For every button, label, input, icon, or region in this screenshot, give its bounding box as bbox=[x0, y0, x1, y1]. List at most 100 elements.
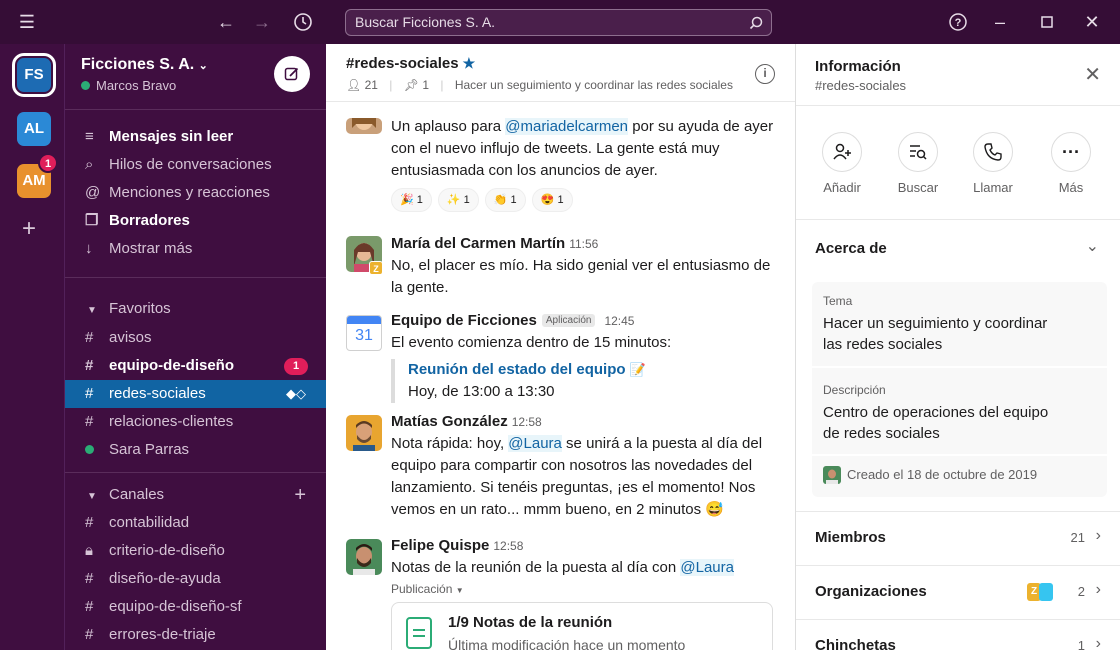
message-text: El evento comienza dentro de 15 minutos: bbox=[391, 334, 672, 351]
workspace-header[interactable]: Ficciones S. A. ⌄ Marcos Bravo bbox=[65, 44, 326, 110]
workspace-fs[interactable]: FS bbox=[12, 53, 56, 97]
maximize-window-icon[interactable] bbox=[1035, 10, 1059, 34]
section-channels[interactable]: ▼ Canales + bbox=[65, 481, 326, 509]
star-icon[interactable]: ★ bbox=[463, 55, 476, 71]
sidebar-item-relaciones-clientes[interactable]: # relaciones-clientes bbox=[65, 408, 326, 436]
sidebar-item-contabilidad[interactable]: # contabilidad bbox=[65, 509, 326, 537]
message-author[interactable]: María del Carmen Martín bbox=[391, 235, 565, 252]
workspace-al[interactable]: AL bbox=[17, 112, 51, 146]
avatar[interactable] bbox=[346, 118, 382, 134]
reaction-clap[interactable]: 👏 1 bbox=[484, 188, 526, 212]
description-label: Descripción bbox=[823, 383, 886, 397]
sidebar-item-diseno-de-ayuda[interactable]: # diseño-de-ayuda bbox=[65, 565, 326, 593]
message-text: Nota rápida: hoy, @Laura se unirá a la p… bbox=[391, 435, 763, 518]
section-label: Favoritos bbox=[109, 300, 171, 317]
unread-list-icon: ≡ bbox=[85, 128, 94, 145]
more-button[interactable]: ··· Más bbox=[1036, 132, 1106, 195]
member-count[interactable]: 21 bbox=[365, 78, 378, 92]
user-mention[interactable]: @Laura bbox=[680, 559, 734, 576]
hash-icon: # bbox=[85, 357, 94, 374]
sidebar-item-label: errores-de-triaje bbox=[109, 626, 216, 643]
sidebar-item-avisos[interactable]: # avisos bbox=[65, 324, 326, 352]
search-icon bbox=[749, 10, 763, 38]
user-mention[interactable]: @mariadelcarmen bbox=[505, 118, 629, 135]
message-author[interactable]: Equipo de Ficciones bbox=[391, 312, 537, 329]
pin-count[interactable]: 1 bbox=[422, 78, 429, 92]
description-value[interactable]: Centro de operaciones del equipo de rede… bbox=[823, 402, 1063, 444]
sidebar-item-sara-parras[interactable]: Sara Parras bbox=[65, 436, 326, 464]
sidebar-item-errores-de-triaje[interactable]: # errores-de-triaje bbox=[65, 621, 326, 649]
members-row[interactable]: Miembros 21 › bbox=[796, 511, 1120, 565]
sidebar-item-threads[interactable]: ⌕ Hilos de conversaciones bbox=[65, 151, 326, 179]
search-input[interactable]: Buscar Ficciones S. A. bbox=[345, 9, 772, 36]
minimize-window-icon[interactable]: – bbox=[988, 10, 1012, 34]
channel-meta: 👤︎ 21 | 📌︎ 1 | Hacer un seguimiento y co… bbox=[346, 78, 733, 92]
message-time[interactable]: 12:58 bbox=[512, 415, 542, 429]
hamburger-menu-icon[interactable]: ☰ bbox=[15, 10, 39, 34]
chevron-right-icon: › bbox=[1095, 635, 1101, 650]
sidebar-item-equipo-de-diseno-sf[interactable]: # equipo-de-diseño-sf bbox=[65, 593, 326, 621]
workspace-name[interactable]: Ficciones S. A. ⌄ bbox=[81, 56, 208, 74]
members-label: Miembros bbox=[815, 529, 886, 546]
message-time[interactable]: 12:45 bbox=[604, 314, 634, 328]
sidebar-item-mentions[interactable]: @ Menciones y reacciones bbox=[65, 179, 326, 207]
topic-label: Tema bbox=[823, 294, 853, 308]
event-title-link[interactable]: Reunión del estado del equipo 📝 bbox=[408, 359, 781, 381]
action-label: Buscar bbox=[897, 180, 939, 195]
message: Matías González 12:58 Nota rápida: hoy, @… bbox=[346, 411, 781, 521]
message-text: Notas de la reunión de la puesta al día … bbox=[391, 559, 734, 576]
message-time[interactable]: 11:56 bbox=[569, 237, 598, 251]
sidebar-item-equipo-de-diseno[interactable]: # equipo-de-diseño 1 bbox=[65, 352, 326, 380]
topic-value[interactable]: Hacer un seguimiento y coordinar las red… bbox=[823, 313, 1063, 355]
action-label: Llamar bbox=[973, 180, 1013, 195]
section-favorites[interactable]: ▼ Favoritos bbox=[65, 295, 326, 323]
chevron-right-icon: › bbox=[1095, 581, 1101, 598]
sidebar-item-drafts[interactable]: ❐ Borradores bbox=[65, 207, 326, 235]
add-workspace-icon[interactable]: + bbox=[22, 217, 36, 241]
publication-toggle[interactable]: Publicación ▼ bbox=[391, 582, 781, 596]
sidebar-item-label: avisos bbox=[109, 329, 152, 346]
about-section-header[interactable]: Acerca de ⌄ bbox=[796, 220, 1120, 278]
call-button[interactable]: Llamar bbox=[958, 132, 1028, 195]
panel-subtitle: #redes-sociales bbox=[815, 78, 907, 93]
calendar-app-icon[interactable]: 31 bbox=[346, 315, 382, 351]
sidebar-item-criterio-de-diseno[interactable]: 🔒︎ criterio-de-diseño bbox=[65, 537, 326, 565]
action-label: Más bbox=[1058, 180, 1084, 195]
reaction-party[interactable]: 🎉 1 bbox=[391, 188, 432, 212]
message-time[interactable]: 12:58 bbox=[493, 539, 523, 553]
search-placeholder: Buscar Ficciones S. A. bbox=[355, 14, 496, 30]
file-attachment[interactable]: 1/9 Notas de la reunión Última modificac… bbox=[391, 602, 773, 650]
sidebar-item-unread[interactable]: ≡ Mensajes sin leer bbox=[65, 123, 326, 151]
add-channel-icon[interactable]: + bbox=[294, 481, 306, 509]
pins-count: 1 bbox=[1077, 638, 1085, 650]
workspace-am-badge: 1 bbox=[38, 153, 58, 173]
back-arrow-icon[interactable]: ← bbox=[214, 10, 238, 34]
avatar[interactable] bbox=[346, 415, 382, 451]
reaction-sparkles[interactable]: ✨ 1 bbox=[437, 188, 479, 212]
forward-arrow-icon[interactable]: → bbox=[250, 10, 274, 34]
sidebar-item-show-more[interactable]: ↓ Mostrar más bbox=[65, 235, 326, 263]
search-channel-button[interactable]: Buscar bbox=[883, 132, 953, 195]
help-icon[interactable]: ? bbox=[946, 10, 970, 34]
file-title: 1/9 Notas de la reunión bbox=[448, 614, 613, 631]
organizations-row[interactable]: Organizaciones Z 2 › bbox=[796, 565, 1120, 619]
workspace-name-text: Ficciones S. A. bbox=[81, 56, 195, 73]
avatar[interactable] bbox=[346, 539, 382, 575]
close-icon[interactable]: ✕ bbox=[1084, 62, 1101, 87]
created-info: Creado el 18 de octubre de 2019 bbox=[823, 466, 1037, 484]
zendesk-badge-icon: Z bbox=[369, 261, 383, 275]
event-attachment: Reunión del estado del equipo 📝 Hoy, de … bbox=[391, 359, 781, 403]
message-author[interactable]: Matías González bbox=[391, 413, 508, 430]
sidebar-item-redes-sociales[interactable]: # redes-sociales ◆◇ bbox=[65, 380, 326, 408]
message: Felipe Quispe 12:58 Notas de la reunión d… bbox=[346, 535, 781, 650]
compose-button[interactable] bbox=[274, 56, 310, 92]
channel-title[interactable]: #redes-sociales ★ bbox=[346, 55, 475, 72]
pins-row[interactable]: Chinchetas 1 › bbox=[796, 619, 1120, 650]
user-mention[interactable]: @Laura bbox=[508, 435, 562, 452]
add-member-button[interactable]: Añadir bbox=[807, 132, 877, 195]
close-window-icon[interactable]: ✕ bbox=[1080, 10, 1104, 34]
history-clock-icon[interactable] bbox=[291, 10, 315, 34]
info-icon[interactable]: i bbox=[755, 64, 775, 84]
reaction-heart-eyes[interactable]: 😍 1 bbox=[531, 188, 573, 212]
message-author[interactable]: Felipe Quispe bbox=[391, 537, 489, 554]
